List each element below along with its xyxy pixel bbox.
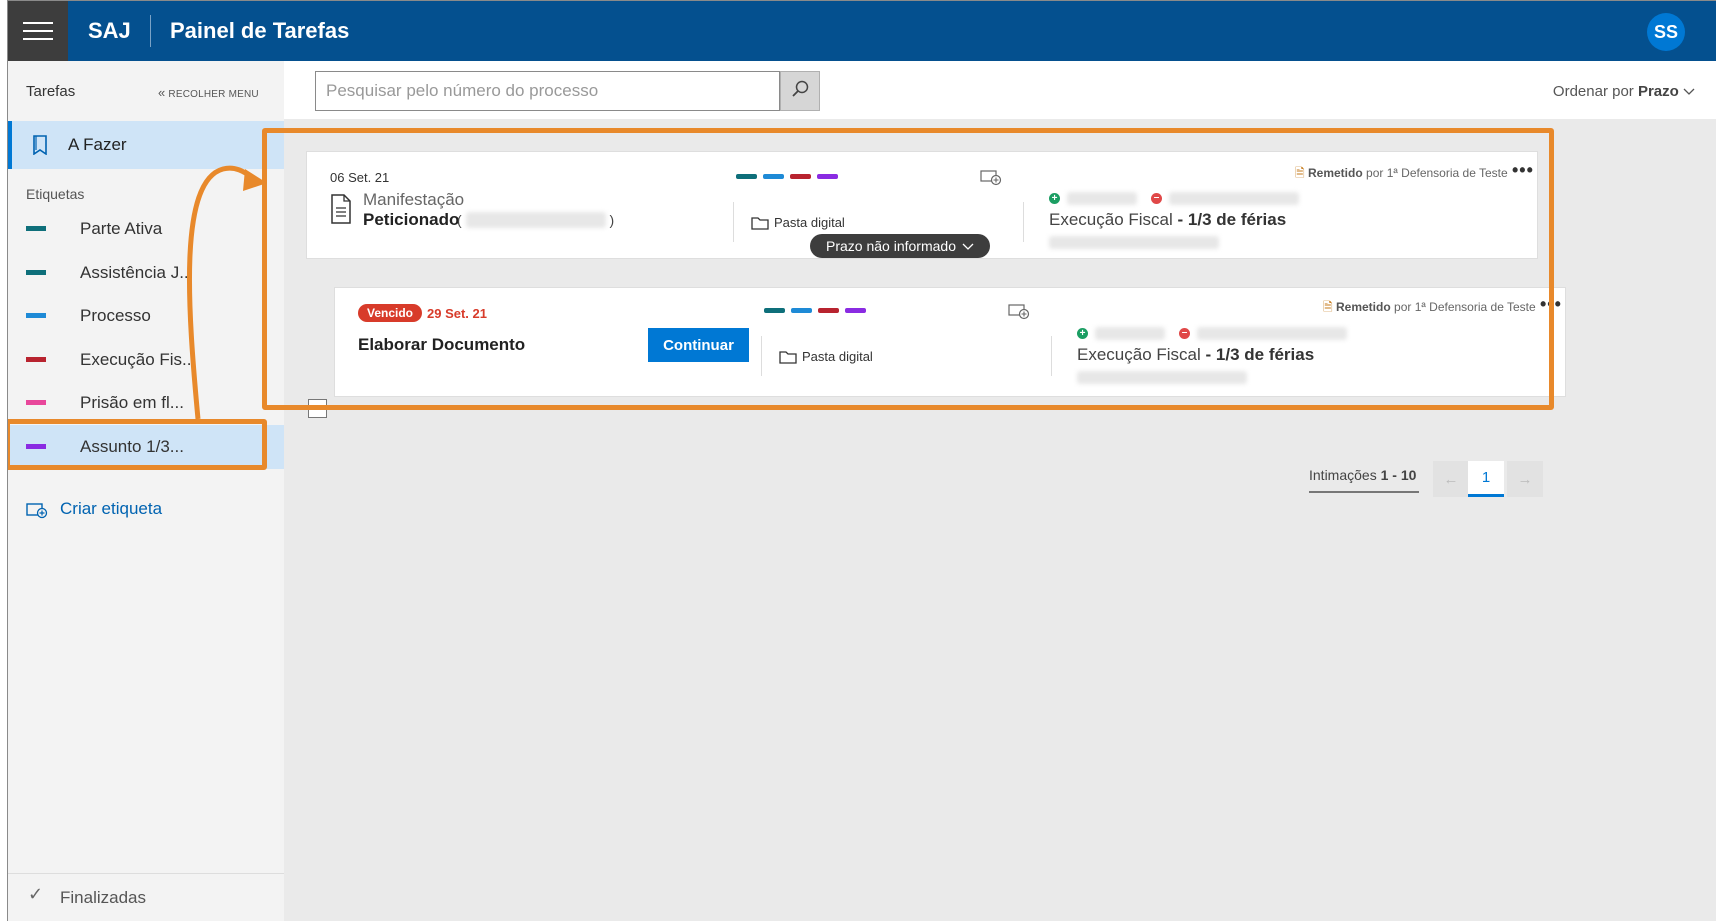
hamburger-line (23, 38, 53, 40)
tag-color-bar (26, 357, 46, 362)
create-tag-button[interactable]: Criar etiqueta (26, 499, 162, 524)
hamburger-line (23, 30, 53, 32)
annotation-arrow-icon (186, 165, 267, 420)
pagination-range: 1 - 10 (1380, 467, 1417, 483)
tag-color-bar (26, 313, 46, 318)
checkmark-icon: ✓ (28, 884, 44, 904)
bookmark-icon (32, 135, 48, 160)
tags-heading: Etiquetas (26, 186, 85, 202)
sort-value: Prazo (1637, 83, 1679, 100)
annotation-highlight-cards (262, 128, 1554, 410)
search-placeholder: Pesquisar pelo número do processo (326, 81, 599, 100)
hamburger-line (23, 22, 53, 24)
chevron-down-icon (1683, 83, 1695, 100)
search-button[interactable] (780, 71, 820, 111)
sidebar-item-label: Finalizadas (60, 888, 146, 907)
add-tag-icon (26, 503, 48, 523)
tag-label: Parte Ativa (80, 219, 163, 238)
tag-label: Processo (80, 306, 151, 325)
arrow-left-icon: ← (1443, 470, 1459, 488)
tag-label: Execução Fis... (80, 350, 197, 369)
tag-color-bar (26, 270, 46, 275)
sidebar-item-finalizadas[interactable]: ✓ Finalizadas (8, 873, 284, 921)
search-icon (791, 80, 809, 103)
collapse-menu-button[interactable]: « RECOLHER MENU (158, 85, 259, 100)
arrow-right-icon: → (1517, 470, 1533, 488)
current-page-button[interactable]: 1 (1468, 461, 1504, 497)
tag-label: Assistência J... (80, 263, 194, 282)
sort-prefix: Ordenar por (1552, 83, 1634, 100)
pagination-label: Intimações (1309, 467, 1377, 483)
brand-divider (150, 15, 151, 47)
sidebar-item-label: A Fazer (68, 135, 127, 154)
tag-color-bar (26, 226, 46, 231)
next-page-button[interactable]: → (1507, 461, 1543, 497)
brand-name[interactable]: SAJ (88, 18, 131, 44)
top-bar: SAJ Painel de Tarefas SS (8, 1, 1716, 61)
annotation-highlight-tag (8, 419, 267, 470)
hamburger-menu-button[interactable] (8, 1, 68, 61)
tag-color-bar (26, 400, 46, 405)
pagination-summary: Intimações 1 - 10 (1309, 467, 1419, 493)
tag-label: Prisão em fl... (80, 393, 184, 412)
search-area: Pesquisar pelo número do processo Ordena… (284, 61, 1716, 119)
collapse-menu-label: RECOLHER MENU (168, 89, 259, 100)
create-tag-label: Criar etiqueta (60, 499, 163, 518)
previous-page-button[interactable]: ← (1433, 461, 1469, 497)
avatar[interactable]: SS (1647, 13, 1685, 51)
double-chevron-left-icon: « (158, 85, 166, 100)
sort-dropdown[interactable]: Ordenar por Prazo (1553, 83, 1695, 100)
search-input[interactable]: Pesquisar pelo número do processo (315, 71, 780, 111)
page-title: Painel de Tarefas (170, 18, 350, 43)
sidebar-heading: Tarefas (26, 83, 76, 100)
